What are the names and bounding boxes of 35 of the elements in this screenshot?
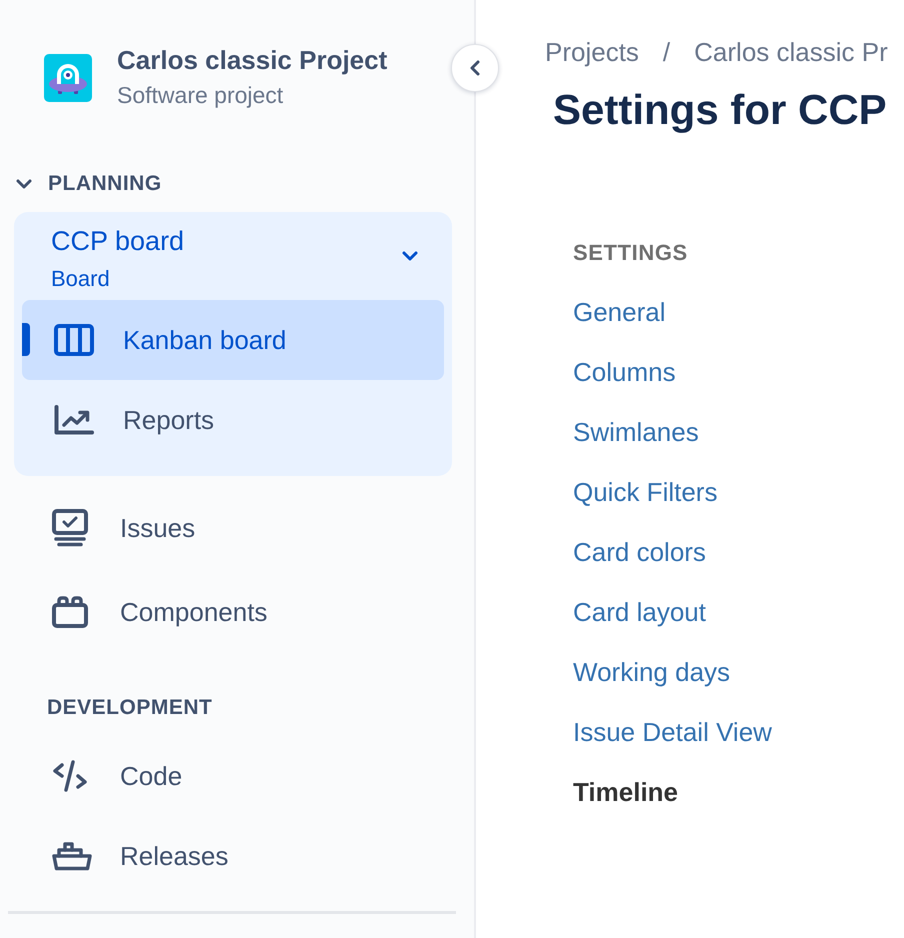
selection-bar-icon	[22, 323, 30, 356]
nav-item[interactable]: Kanban board	[22, 300, 444, 380]
nav-item[interactable]: Reports	[22, 380, 444, 460]
nav-item[interactable]: Issues	[0, 486, 462, 570]
columns-icon	[54, 324, 94, 356]
ship-icon	[52, 841, 92, 871]
settings-link[interactable]: General	[573, 294, 666, 330]
settings-link[interactable]: Card layout	[573, 594, 706, 630]
nav-item[interactable]: Components	[0, 570, 462, 654]
nav-item[interactable]: Releases	[0, 816, 462, 896]
settings-link[interactable]: Working days	[573, 654, 730, 690]
settings-link[interactable]: Columns	[573, 354, 676, 390]
nav-item[interactable]: Code	[0, 736, 462, 816]
checkmark-screen-icon	[52, 509, 88, 547]
settings-link[interactable]: Quick Filters	[573, 474, 718, 510]
project-name: Carlos classic Project	[117, 44, 388, 76]
ufo-logo-icon	[44, 54, 92, 102]
settings-link[interactable]: Timeline	[573, 774, 678, 810]
breadcrumb-separator: /	[662, 36, 670, 69]
board-dropdown[interactable]: CCP board Board	[22, 212, 444, 300]
chevron-left-icon	[469, 60, 481, 76]
page-title: Settings for CCP	[553, 85, 887, 135]
section-toggle[interactable]: PLANNING	[16, 164, 162, 204]
project-type: Software project	[117, 81, 284, 110]
settings-link[interactable]: Card colors	[573, 534, 706, 570]
line-chart-icon	[54, 405, 94, 435]
settings-heading: SETTINGS	[573, 239, 688, 267]
breadcrumb-link[interactable]: Carlos classic Pr	[694, 34, 888, 70]
section-heading: DEVELOPMENT	[47, 695, 212, 722]
settings-link[interactable]: Issue Detail View	[573, 714, 772, 750]
box-icon	[52, 596, 88, 628]
settings-link[interactable]: Swimlanes	[573, 414, 699, 450]
code-icon	[52, 759, 88, 793]
collapse-sidebar-button[interactable]	[451, 44, 499, 92]
breadcrumb-link[interactable]: Projects	[545, 34, 639, 70]
